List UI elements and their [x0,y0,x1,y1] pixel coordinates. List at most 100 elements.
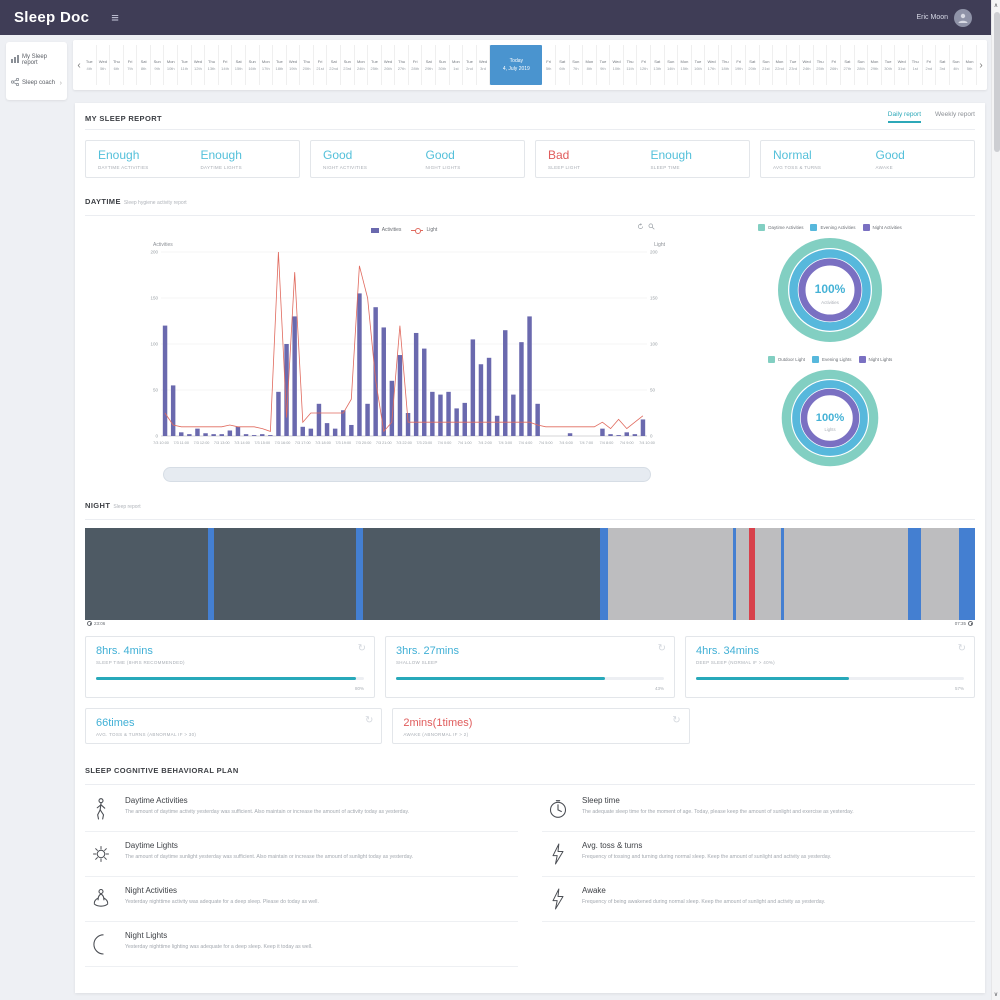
date-cell[interactable]: Fri14th [219,45,233,85]
legend-item-light[interactable]: Light [411,227,437,233]
date-cell[interactable]: Tue11th [178,45,192,85]
date-cell[interactable]: Sat29th [422,45,436,85]
date-prev-arrow[interactable]: ‹ [75,60,83,71]
legend-item-evening-activities[interactable]: Evening Activities [810,224,855,231]
date-cell[interactable]: Mon5th [963,45,977,85]
date-cell[interactable]: Thu11th [624,45,638,85]
date-cell[interactable]: Sat8th [137,45,151,85]
refresh-icon[interactable]: ↻ [958,643,966,654]
date-cell[interactable]: Sat6th [556,45,570,85]
hamburger-menu-icon[interactable]: ≡ [111,10,119,25]
scroll-down-icon[interactable]: ∨ [994,991,998,998]
date-cell[interactable]: Wed19th [287,45,301,85]
date-cell[interactable]: Thu25th [814,45,828,85]
daytime-combo-chart[interactable]: ActivitiesLight0050501001001501502002007… [123,238,683,460]
activities-donut-chart[interactable]: 100%Activities [774,234,886,346]
date-cell[interactable]: Tue2nd [463,45,477,85]
avatar[interactable] [954,9,972,27]
date-cell[interactable]: Sat27th [841,45,855,85]
date-cell[interactable]: Sun4th [950,45,964,85]
chart-navigator-scrollbar[interactable] [163,467,651,482]
date-cell-num: 17th [262,66,270,71]
date-cell[interactable]: Sat20th [746,45,760,85]
date-cell[interactable]: Tue23rd [787,45,801,85]
date-cell[interactable]: Wed3rd [477,45,491,85]
date-cell[interactable]: Wed12th [192,45,206,85]
date-cell[interactable]: Tue9th [597,45,611,85]
date-cell[interactable]: Mon29th [868,45,882,85]
date-cell[interactable]: Sun14th [665,45,679,85]
date-cell[interactable]: Mon1st [450,45,464,85]
date-cell[interactable]: Sun21st [760,45,774,85]
legend-item-daytime-activities[interactable]: Daytime Activities [758,224,803,231]
legend-item-night-activities[interactable]: Night Activities [863,224,902,231]
sidebar-item-my-sleep-report[interactable]: My Sleep report [6,48,67,72]
date-cell[interactable]: Wed10th [610,45,624,85]
date-cell[interactable]: Fri7th [124,45,138,85]
date-cell[interactable]: Thu18th [719,45,733,85]
refresh-icon[interactable]: ↻ [672,715,680,726]
date-cell[interactable]: Wed31st [895,45,909,85]
sidebar-item-sleep-coach[interactable]: Sleep coach› [6,72,67,94]
date-cell[interactable]: Wed5th [97,45,111,85]
date-cell[interactable]: Thu20th [300,45,314,85]
date-cell[interactable]: Sun23rd [341,45,355,85]
date-cell-day: Fri [546,59,551,64]
tab-weekly-report[interactable]: Weekly report [935,111,975,123]
date-cell[interactable]: Mon17th [260,45,274,85]
legend-item-activities[interactable]: Activities [371,227,402,233]
date-cell[interactable]: Fri21st [314,45,328,85]
date-cell[interactable]: Mon15th [678,45,692,85]
date-cell[interactable]: Sat15th [232,45,246,85]
date-cell[interactable]: Tue18th [273,45,287,85]
date-cell[interactable]: Thu1st [909,45,923,85]
legend-item-night-lights[interactable]: Night Lights [859,356,893,363]
date-cell[interactable]: Thu6th [110,45,124,85]
scrollbar-thumb[interactable] [994,12,1000,152]
summary-label: DAYTIME LIGHTS [201,165,288,170]
date-cell[interactable]: Thu13th [205,45,219,85]
lights-donut-chart[interactable]: 100%Lights [778,366,882,470]
refresh-icon[interactable]: ↻ [365,715,373,726]
date-cell[interactable]: Mon24th [355,45,369,85]
date-cell[interactable]: Fri12th [637,45,651,85]
date-cell[interactable]: Fri26th [827,45,841,85]
date-cell[interactable]: Fri5th [542,45,556,85]
date-cell[interactable]: Tue25th [368,45,382,85]
refresh-icon[interactable]: ↻ [358,643,366,654]
date-cell-today[interactable]: Today4, July 2019 [490,45,542,85]
date-cell[interactable]: Sat3rd [936,45,950,85]
date-cell[interactable]: Fri2nd [923,45,937,85]
page-scrollbar[interactable]: ∧ ∨ [991,0,1000,1000]
date-cell[interactable]: Sun16th [246,45,260,85]
date-cell[interactable]: Thu27th [395,45,409,85]
date-cell[interactable]: Sat13th [651,45,665,85]
date-cell[interactable]: Sun28th [855,45,869,85]
date-cell[interactable]: Mon8th [583,45,597,85]
summary-label: NIGHT ACTIVITIES [323,165,410,170]
scroll-up-icon[interactable]: ∧ [994,2,998,9]
date-next-arrow[interactable]: › [977,60,985,71]
night-sleep-timeline[interactable] [85,528,975,620]
date-cell[interactable]: Fri28th [409,45,423,85]
date-cell[interactable]: Wed17th [705,45,719,85]
date-cell[interactable]: Mon10th [164,45,178,85]
date-cell[interactable]: Wed26th [382,45,396,85]
legend-item-evening-lights[interactable]: Evening Lights [812,356,852,363]
date-cell[interactable]: Fri19th [732,45,746,85]
date-cell[interactable]: Tue4th [83,45,97,85]
date-cell[interactable]: Sun7th [570,45,584,85]
date-cell[interactable]: Sun9th [151,45,165,85]
date-cell[interactable]: Tue16th [692,45,706,85]
date-cell[interactable]: Sat22nd [327,45,341,85]
legend-label: Night Lights [869,357,893,362]
refresh-icon[interactable]: ↻ [658,643,666,654]
tab-daily-report[interactable]: Daily report [888,111,921,123]
date-cell[interactable]: Wed24th [800,45,814,85]
date-cell[interactable]: Sun30th [436,45,450,85]
magnifier-icon[interactable] [648,223,655,230]
date-cell[interactable]: Mon22nd [773,45,787,85]
refresh-icon[interactable] [637,223,644,230]
date-cell[interactable]: Tue30th [882,45,896,85]
legend-item-outdoor-light[interactable]: Outdoor Light [768,356,805,363]
